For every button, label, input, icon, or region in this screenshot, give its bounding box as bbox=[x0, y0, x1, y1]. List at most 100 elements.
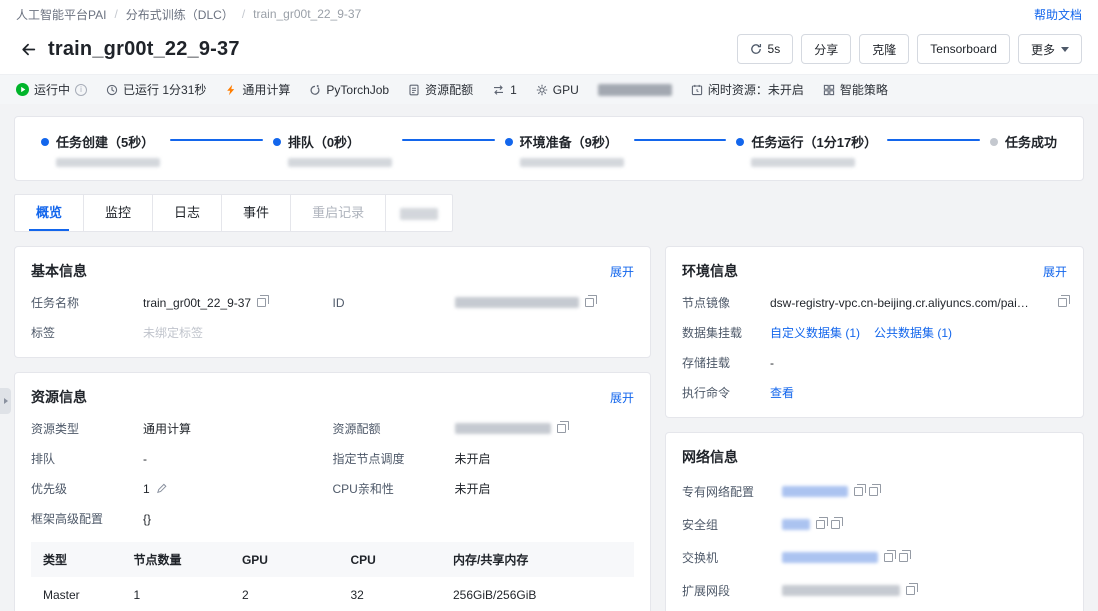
info-icon[interactable]: i bbox=[75, 84, 87, 96]
resource-info-title: 资源信息 bbox=[31, 387, 87, 407]
breadcrumb-item-current: train_gr00t_22_9-37 bbox=[253, 7, 361, 21]
timeline-connector bbox=[887, 139, 980, 141]
task-name-label: 任务名称 bbox=[31, 294, 143, 311]
calendar-clock-icon bbox=[691, 84, 703, 96]
env-info-expand-link[interactable]: 展开 bbox=[1043, 263, 1067, 280]
tensorboard-button[interactable]: Tensorboard bbox=[917, 34, 1010, 64]
resource-info-row: 排队 - 指定节点调度 未开启 bbox=[31, 450, 634, 467]
resource-info-expand-link[interactable]: 展开 bbox=[610, 389, 634, 406]
redacted-vswitch-link[interactable] bbox=[782, 552, 878, 563]
timeline-connector bbox=[402, 139, 495, 141]
right-column: 环境信息 展开 节点镜像 dsw-registry-vpc.cn-beijing… bbox=[665, 246, 1084, 611]
step-label: 环境准备（9秒） bbox=[520, 132, 618, 151]
step-label: 任务创建（5秒） bbox=[56, 132, 154, 151]
basic-info-expand-link[interactable]: 展开 bbox=[610, 263, 634, 280]
job-timeline: 任务创建（5秒） 排队（0秒） 环境准备（9秒） 任务运行（1分17秒） 任务成… bbox=[14, 116, 1084, 181]
network-info-row: 交换机 bbox=[682, 549, 1067, 566]
tags-label: 标签 bbox=[31, 324, 143, 341]
redacted-timestamp bbox=[751, 158, 855, 167]
timeline-step-env: 环境准备（9秒） bbox=[505, 132, 624, 167]
job-type-chip: PyTorchJob bbox=[309, 83, 389, 97]
replicas-chip: 1 bbox=[492, 83, 517, 97]
refresh-interval-button[interactable]: 5s bbox=[737, 34, 794, 64]
back-button[interactable] bbox=[16, 37, 40, 61]
tab-restart-records[interactable]: 重启记录 bbox=[291, 195, 386, 231]
resource-info-row: 框架高级配置 {} bbox=[31, 510, 634, 527]
replicas-count: 1 bbox=[510, 83, 517, 97]
clone-button[interactable]: 克隆 bbox=[859, 34, 909, 64]
side-panel-collapse-handle[interactable] bbox=[0, 388, 11, 414]
breadcrumb: 人工智能平台PAI / 分布式训练（DLC） / train_gr00t_22_… bbox=[0, 0, 1098, 28]
idle-resource-text: 闲时资源：未开启 bbox=[708, 81, 804, 98]
lightning-icon bbox=[225, 84, 237, 96]
timeline-step-run: 任务运行（1分17秒） bbox=[736, 132, 877, 167]
copy-icon[interactable] bbox=[557, 424, 566, 433]
tab-logs[interactable]: 日志 bbox=[153, 195, 222, 231]
node-image-label: 节点镜像 bbox=[682, 294, 770, 311]
framework-config-value: {} bbox=[143, 512, 151, 526]
copy-icon[interactable] bbox=[1058, 298, 1067, 307]
tab-redacted bbox=[386, 195, 452, 231]
node-spec-table: 类型 节点数量 GPU CPU 内存/共享内存 Master 1 2 32 bbox=[31, 542, 634, 611]
breadcrumb-item-pai[interactable]: 人工智能平台PAI bbox=[16, 6, 106, 23]
col-gpu: GPU bbox=[230, 542, 339, 577]
breadcrumb-item-dlc[interactable]: 分布式训练（DLC） bbox=[126, 6, 234, 23]
priority-value: 1 bbox=[143, 482, 150, 496]
cell-type: Master bbox=[31, 577, 121, 611]
node-scheduling-value: 未开启 bbox=[455, 450, 491, 467]
detail-tabs: 概览 监控 日志 事件 重启记录 bbox=[14, 194, 453, 232]
gear-icon bbox=[536, 84, 548, 96]
more-button[interactable]: 更多 bbox=[1018, 34, 1082, 64]
step-label: 任务运行（1分17秒） bbox=[751, 132, 877, 151]
copy-icon[interactable] bbox=[869, 487, 878, 496]
idle-resource-chip: 闲时资源：未开启 bbox=[691, 81, 804, 98]
status-chip: 运行中 i bbox=[16, 81, 87, 98]
share-button[interactable]: 分享 bbox=[801, 34, 851, 64]
copy-icon[interactable] bbox=[585, 298, 594, 307]
view-command-link[interactable]: 查看 bbox=[770, 384, 794, 401]
copy-icon[interactable] bbox=[816, 520, 825, 529]
redacted-cidr-value bbox=[782, 585, 900, 596]
tab-events[interactable]: 事件 bbox=[222, 195, 291, 231]
help-doc-link[interactable]: 帮助文档 bbox=[1034, 6, 1082, 23]
timeline-step-queue: 排队（0秒） bbox=[273, 132, 392, 167]
redacted-timestamp bbox=[56, 158, 160, 167]
copy-icon[interactable] bbox=[906, 586, 915, 595]
page-title: train_gr00t_22_9-37 bbox=[48, 38, 240, 61]
tab-overview[interactable]: 概览 bbox=[15, 195, 84, 231]
copy-icon[interactable] bbox=[899, 553, 908, 562]
basic-info-row: 任务名称 train_gr00t_22_9-37 ID bbox=[31, 294, 634, 311]
col-type: 类型 bbox=[31, 542, 121, 577]
network-info-row: 扩展网段 bbox=[682, 582, 1067, 599]
copy-icon[interactable] bbox=[884, 553, 893, 562]
framework-config-label: 框架高级配置 bbox=[31, 510, 143, 527]
public-dataset-link[interactable]: 公共数据集 (1) bbox=[874, 324, 952, 341]
edit-pencil-icon[interactable] bbox=[156, 483, 167, 494]
chevron-down-icon bbox=[1061, 47, 1069, 52]
redacted-vpc-link[interactable] bbox=[782, 486, 848, 497]
cell-gpu: 2 bbox=[230, 577, 339, 611]
tab-monitor[interactable]: 监控 bbox=[84, 195, 153, 231]
network-info-title: 网络信息 bbox=[682, 447, 738, 467]
copy-icon[interactable] bbox=[831, 520, 840, 529]
cell-cpu: 32 bbox=[339, 577, 442, 611]
timeline-connector bbox=[170, 139, 263, 141]
compute-type-text: 通用计算 bbox=[242, 81, 290, 98]
basic-info-card: 基本信息 展开 任务名称 train_gr00t_22_9-37 ID bbox=[14, 246, 651, 358]
custom-dataset-link[interactable]: 自定义数据集 (1) bbox=[770, 324, 860, 341]
redacted-security-group-link[interactable] bbox=[782, 519, 810, 530]
copy-icon[interactable] bbox=[854, 487, 863, 496]
command-label: 执行命令 bbox=[682, 384, 770, 401]
security-group-label: 安全组 bbox=[682, 516, 782, 533]
network-info-card: 网络信息 专有网络配置 安全组 bbox=[665, 432, 1084, 611]
env-info-row: 执行命令 查看 bbox=[682, 384, 1067, 401]
cards-grid: 基本信息 展开 任务名称 train_gr00t_22_9-37 ID bbox=[14, 246, 1084, 611]
env-info-row: 数据集挂载 自定义数据集 (1) 公共数据集 (1) bbox=[682, 324, 1067, 341]
redacted-timestamp bbox=[288, 158, 392, 167]
device-text: GPU bbox=[553, 83, 579, 97]
tensorboard-label: Tensorboard bbox=[930, 42, 997, 56]
arrow-left-icon bbox=[20, 41, 37, 58]
copy-icon[interactable] bbox=[257, 298, 266, 307]
breadcrumb-separator: / bbox=[242, 7, 245, 21]
resource-type-label: 资源类型 bbox=[31, 420, 143, 437]
